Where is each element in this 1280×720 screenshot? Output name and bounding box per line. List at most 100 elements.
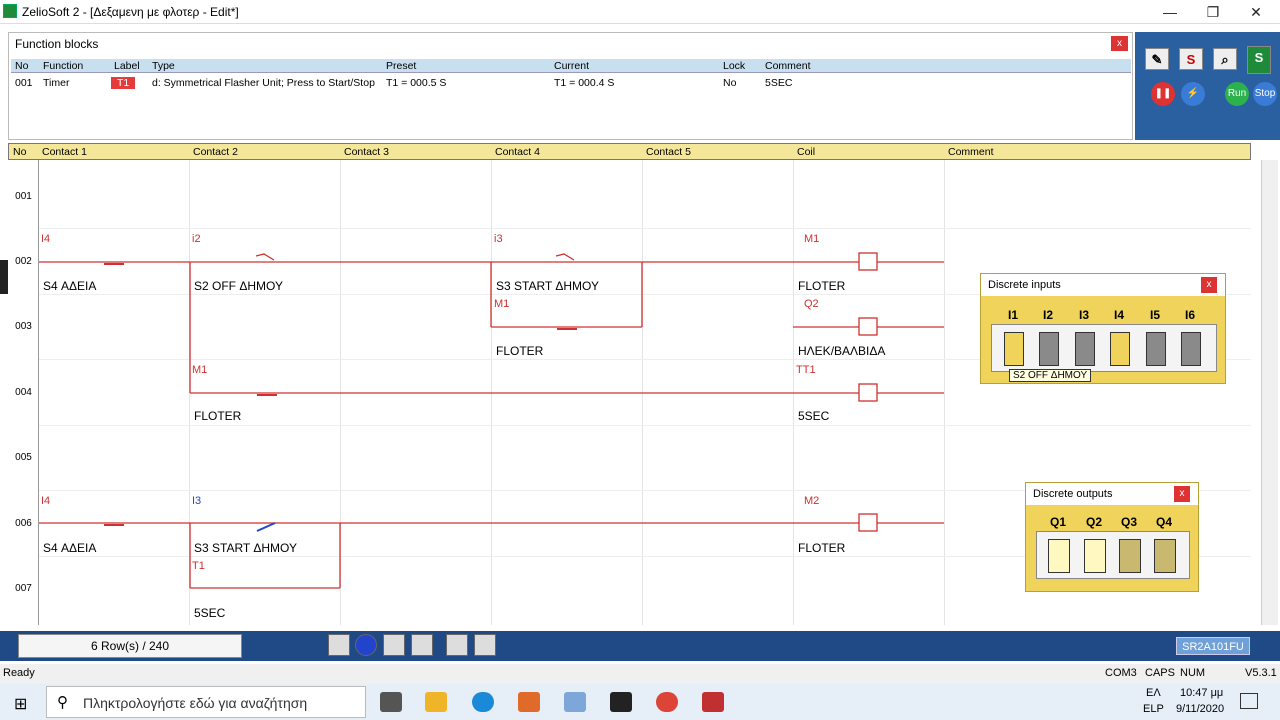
chrome-icon[interactable] — [656, 692, 678, 712]
fb-col-current[interactable]: Current — [554, 60, 589, 72]
row-number[interactable]: 004 — [8, 387, 39, 398]
lightning-icon[interactable]: ⚡ — [1181, 82, 1205, 106]
keyboard-layout[interactable]: ELP — [1143, 703, 1164, 715]
block-icon[interactable] — [383, 634, 405, 656]
language[interactable]: ΕΛ — [1146, 687, 1161, 699]
row-count: 6 Row(s) / 240 — [18, 634, 242, 658]
run-button[interactable]: Run — [1225, 82, 1249, 106]
panel-close-button[interactable]: x — [1111, 36, 1128, 51]
maximize-button[interactable]: ❐ — [1198, 2, 1228, 22]
taskbar-search[interactable]: ⚲ Πληκτρολογήστε εδώ για αναζήτηση — [46, 686, 366, 718]
ladder-header: No Contact 1 Contact 2 Contact 3 Contact… — [8, 143, 1251, 160]
edge-icon[interactable] — [472, 692, 494, 712]
fb-comment: 5SEC — [765, 77, 793, 89]
outputs-close-button[interactable]: x — [1174, 486, 1190, 502]
title-bar: ZelioSoft 2 - [Δεξαμενη με φλοτερ - Edit… — [0, 0, 1280, 24]
clock-date[interactable]: 9/11/2020 — [1176, 703, 1224, 715]
row-number[interactable]: 006 — [8, 518, 39, 529]
input-switch-i5[interactable] — [1146, 332, 1166, 366]
input-label: I4 — [1114, 308, 1125, 322]
windows-start-icon[interactable]: ⊞ — [14, 694, 27, 714]
file-explorer-icon[interactable] — [425, 692, 447, 712]
minimize-button[interactable]: — — [1155, 2, 1185, 22]
r4c2n: FLOTER — [194, 409, 242, 423]
col-contact5: Contact 5 — [646, 146, 691, 158]
fb-col-no[interactable]: No — [15, 60, 28, 72]
document-icon[interactable] — [564, 692, 586, 712]
step-icon[interactable] — [328, 634, 350, 656]
r4c2: M1 — [192, 364, 208, 376]
fb-header-row: No Function Label Type Preset Current Lo… — [11, 59, 1131, 73]
r2c1: I4 — [41, 233, 51, 245]
search-icon: ⚲ — [57, 694, 68, 711]
clock-icon[interactable] — [474, 634, 496, 656]
r6c2: I3 — [192, 495, 202, 507]
outputs-title: Discrete outputs — [1033, 488, 1113, 500]
fb-col-label[interactable]: Label — [114, 60, 140, 72]
input-switch-i4[interactable] — [1110, 332, 1130, 366]
input-switch-i3[interactable] — [1075, 332, 1095, 366]
zelio-icon[interactable] — [702, 692, 724, 712]
circle-icon[interactable] — [355, 634, 377, 656]
fb-col-function[interactable]: Function — [43, 60, 83, 72]
col-coil: Coil — [797, 146, 816, 158]
search-icon[interactable]: ⌕ — [1213, 48, 1237, 70]
fb-label: T1 — [111, 77, 136, 89]
input-switch-i2[interactable] — [1039, 332, 1059, 366]
ready-text: Ready — [3, 667, 35, 679]
r2coiln: FLOTER — [798, 279, 846, 293]
fb-current: T1 = 000.4 S — [554, 77, 615, 89]
close-button[interactable]: ✕ — [1241, 2, 1271, 22]
row-number[interactable]: 002 — [8, 256, 39, 267]
output-label: Q3 — [1121, 515, 1138, 529]
r6c2n: S3 START ΔΗΜΟΥ — [194, 541, 297, 555]
output-lamp-q4 — [1154, 539, 1176, 573]
switch-icon[interactable] — [411, 634, 433, 656]
col-contact3: Contact 3 — [344, 146, 389, 158]
app-icon-1[interactable] — [518, 692, 540, 712]
fb-col-comment[interactable]: Comment — [765, 60, 811, 72]
r6coiln: FLOTER — [798, 541, 846, 555]
notifications-icon[interactable] — [1240, 693, 1258, 709]
terminal-icon[interactable] — [610, 692, 632, 712]
num-indicator: NUM — [1180, 667, 1206, 679]
input-switch-i1[interactable] — [1004, 332, 1024, 366]
row-number[interactable]: 007 — [8, 583, 39, 594]
input-switch-i6[interactable] — [1181, 332, 1201, 366]
col-no: No — [13, 146, 27, 158]
row-number[interactable]: 001 — [8, 191, 39, 202]
clock-time[interactable]: 10:47 μμ — [1180, 687, 1223, 699]
r2c2n: S2 OFF ΔΗΜΟΥ — [194, 279, 283, 293]
input-tooltip: S2 OFF ΔΗΜΟΥ — [1009, 369, 1092, 382]
r3c4: M1 — [494, 298, 510, 310]
stop-button[interactable]: Stop — [1253, 82, 1277, 106]
r2c4: i3 — [494, 233, 503, 245]
r4coiln: 5SEC — [798, 409, 830, 423]
s-button[interactable]: S — [1179, 48, 1203, 70]
inputs-close-button[interactable]: x — [1201, 277, 1217, 293]
vertical-scrollbar[interactable] — [1261, 160, 1278, 625]
input-label: I2 — [1043, 308, 1054, 322]
input-label: I5 — [1150, 308, 1161, 322]
caps-indicator: CAPS — [1145, 667, 1175, 679]
fb-col-preset[interactable]: Preset — [386, 60, 416, 72]
fb-col-type[interactable]: Type — [152, 60, 175, 72]
binoculars-icon[interactable] — [446, 634, 468, 656]
row-number[interactable]: 005 — [8, 452, 39, 463]
fb-row[interactable]: 001 Timer T1 d: Symmetrical Flasher Unit… — [11, 76, 1131, 92]
fb-col-lock[interactable]: Lock — [723, 60, 745, 72]
row-number[interactable]: 003 — [8, 321, 39, 332]
taskbar: ⊞ ⚲ Πληκτρολογήστε εδώ για αναζήτηση ΕΛ … — [0, 684, 1280, 720]
pause-icon[interactable]: ❚❚ — [1151, 82, 1175, 106]
monitor-icon[interactable]: ✎ — [1145, 48, 1169, 70]
col-contact1: Contact 1 — [42, 146, 87, 158]
model-badge: SR2A101FU — [1176, 637, 1250, 655]
col-comment: Comment — [948, 146, 994, 158]
panel-title: Function blocks — [15, 37, 99, 51]
task-view-icon[interactable] — [380, 692, 402, 712]
discrete-outputs-panel: Discrete outputs x Q1 Q2 Q3 Q4 — [1025, 482, 1199, 592]
status-line: Ready COM3 CAPS NUM V5.3.1 — [0, 664, 1280, 684]
r7c2: T1 — [192, 560, 205, 572]
inputs-title: Discrete inputs — [988, 279, 1061, 291]
logo-icon: S — [1247, 46, 1271, 74]
